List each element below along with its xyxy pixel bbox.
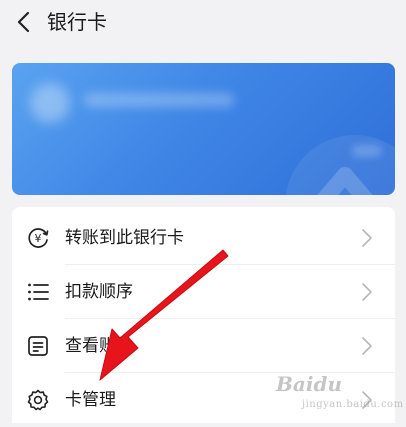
menu-item-label: 扣款顺序 — [65, 282, 133, 302]
menu-item-label: 卡管理 — [65, 390, 116, 410]
bank-card[interactable] — [12, 63, 395, 195]
bank-watermark-icon — [285, 135, 395, 195]
chevron-right-icon — [362, 283, 372, 301]
list-icon — [28, 283, 49, 301]
header-bar: 银行卡 — [0, 0, 406, 46]
bank-name-blurred — [84, 93, 234, 107]
baidu-watermark: Baidu jingyan.baidu.com — [272, 372, 404, 416]
menu-item-label: 转账到此银行卡 — [65, 228, 184, 248]
watermark-site: jingyan.baidu.com — [302, 399, 404, 410]
chevron-right-icon — [362, 337, 372, 355]
watermark-brand: Baidu — [276, 372, 342, 396]
chevron-right-icon — [362, 229, 372, 247]
menu-item-view-bill[interactable]: 查看账单 — [12, 319, 395, 373]
chevron-left-icon[interactable] — [12, 9, 38, 35]
gear-icon — [27, 389, 49, 411]
menu-item-deduction-order[interactable]: 扣款顺序 — [12, 265, 395, 319]
yuan-circle-arrow-icon: ¥ — [28, 228, 49, 248]
document-icon — [28, 336, 48, 356]
menu-item-transfer[interactable]: ¥ 转账到此银行卡 — [12, 211, 395, 265]
bank-logo-blurred — [30, 83, 70, 123]
page-title: 银行卡 — [47, 10, 107, 34]
menu-item-label: 查看账单 — [65, 336, 133, 356]
svg-text:¥: ¥ — [35, 232, 42, 245]
